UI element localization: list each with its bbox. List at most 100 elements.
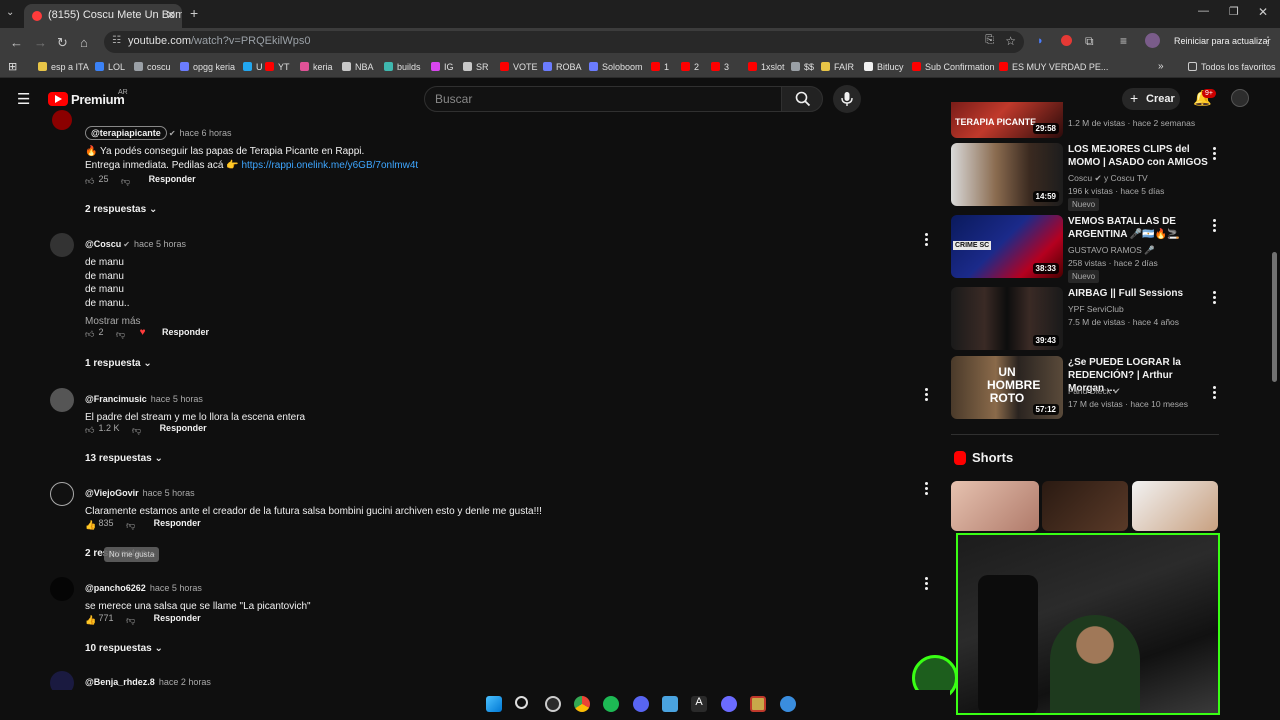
bookmark-item[interactable]: 1 [651,62,669,72]
show-replies-button[interactable]: 10 respuestas ⌄ [85,643,163,654]
maximize-icon[interactable]: ❐ [1229,5,1239,18]
all-favorites-folder[interactable]: Todos los favoritos [1188,62,1276,72]
bookmark-item[interactable]: builds [384,62,421,72]
related-video[interactable]: 39:43 AIRBAG || Full Sessions YPF ServiC… [951,287,1221,353]
account-avatar[interactable] [1231,89,1249,107]
comment-author[interactable]: @terapiapicante [85,126,167,140]
reply-button[interactable]: Responder [154,613,201,623]
chrome-menu-icon[interactable]: ⋮ [1262,34,1274,48]
bookmark-item[interactable]: Bitlucy [864,62,904,72]
forward-icon[interactable]: → [34,35,47,50]
video-thumbnail[interactable]: 14:59 [951,143,1063,206]
bookmark-item[interactable]: $$ [791,62,814,72]
bookmark-item[interactable]: IG [431,62,454,72]
home-icon[interactable]: ⌂ [80,35,88,50]
comment-author[interactable]: @Coscu [85,239,121,249]
bookmark-item[interactable]: 3 [711,62,729,72]
bookmark-item[interactable]: Sub Confirmation [912,62,995,72]
short-thumbnail[interactable] [1042,481,1128,531]
bookmark-item[interactable]: 2 [681,62,699,72]
bookmark-item[interactable]: coscu [134,62,171,72]
show-replies-button[interactable]: 13 respuestas ⌄ [85,453,163,464]
url-input[interactable]: ☷ youtube.com/watch?v=PRQEkilWps0 ☆ ⎘ [104,31,1024,53]
comment-time[interactable]: hace 5 horas [151,394,203,404]
more-bookmarks-icon[interactable]: » [1158,61,1164,72]
video-thumbnail[interactable]: CRIME SC 38:33 [951,215,1063,278]
bookmark-item[interactable]: SR [463,62,489,72]
search-icon[interactable] [515,696,528,709]
comment-time[interactable]: hace 5 horas [143,488,195,498]
bookmark-star-icon[interactable]: ☆ [1005,34,1016,48]
bookmark-item[interactable]: ROBA [543,62,582,72]
bookmark-item[interactable]: U [243,62,263,72]
update-button[interactable]: Reiniciar para actualizar [1170,36,1275,46]
bookmark-item[interactable]: ES MUY VERDAD PE... [999,62,1108,72]
short-thumbnail[interactable] [951,481,1039,531]
related-video[interactable]: 14:59 LOS MEJORES CLIPS del MOMO | ASADO… [951,143,1221,211]
avatar[interactable] [52,110,72,130]
bookmark-item[interactable]: keria [300,62,333,72]
dislike-icon[interactable]: 👎︎ [126,615,137,626]
install-app-icon[interactable]: ⎘ [985,34,994,47]
comment-link[interactable]: https://rappi.onelink.me/y6GB/7onlmw4t [241,160,418,171]
scrollbar-thumb[interactable] [1272,252,1277,382]
avatar[interactable] [50,388,74,412]
close-window-icon[interactable]: ✕ [1258,5,1268,19]
guide-menu-icon[interactable]: ☰ [17,90,30,108]
like-icon[interactable]: 👍︎ [85,329,96,340]
premium-brand[interactable]: Premium [71,92,125,107]
like-icon[interactable]: 👍︎ [85,425,96,436]
search-button[interactable] [781,86,823,112]
comment-time[interactable]: hace 6 horas [180,128,232,138]
reload-icon[interactable]: ↻ [57,35,68,51]
spotify-icon[interactable] [603,696,619,712]
reading-list-icon[interactable]: ≡ [1120,34,1127,48]
show-replies-button[interactable]: 1 respuesta ⌄ [85,358,152,369]
chrome-icon[interactable] [574,696,590,712]
video-menu-icon[interactable] [1213,291,1217,305]
youtube-logo-icon[interactable] [48,92,68,106]
app-icon[interactable] [721,696,737,712]
bookmark-item[interactable]: YT [265,62,290,72]
comment-author[interactable]: @Benja_rhdez.8 [85,677,155,687]
bookmark-item[interactable]: VOTE [500,62,538,72]
comment-author[interactable]: @ViejoGovir [85,488,139,498]
reply-button[interactable]: Responder [160,423,207,433]
search-input[interactable]: Buscar [424,86,782,112]
windows-start-icon[interactable] [486,696,502,712]
related-video[interactable]: TERAPIA PICANTE 29:58 1.2 M de vistas · … [951,102,1221,138]
discord-icon[interactable] [633,696,649,712]
steam-icon[interactable] [545,696,561,712]
dislike-icon[interactable]: 👎︎ [121,176,132,187]
video-thumbnail[interactable]: 39:43 [951,287,1063,350]
bookmark-item[interactable]: FAIR [821,62,854,72]
minimize-icon[interactable]: — [1198,5,1209,17]
bookmark-item[interactable]: opgg keria [180,62,235,72]
avatar[interactable] [50,482,74,506]
reply-button[interactable]: Responder [149,174,196,184]
comment-time[interactable]: hace 2 horas [159,677,211,687]
video-menu-icon[interactable] [1213,147,1217,161]
like-icon[interactable]: 👍 [85,615,96,626]
comment-menu-icon[interactable] [925,233,929,247]
show-replies-button[interactable]: 2 respuestas ⌄ [85,204,157,215]
video-channel[interactable]: YPF ServiClub [1068,304,1124,314]
browser-tab[interactable]: (8155) Coscu Mete Un Bombaz ✕ [24,4,182,28]
video-thumbnail[interactable]: UN HOMBRE ROTO 57:12 [951,356,1063,419]
extensions-puzzle-icon[interactable]: ⧉ [1085,34,1094,49]
extension-2-icon[interactable] [1061,35,1072,46]
video-channel[interactable]: Coscu ✔ y Coscu TV [1068,173,1148,184]
video-menu-icon[interactable] [1213,219,1217,233]
comment-menu-icon[interactable] [925,388,929,402]
editor-icon[interactable]: A [691,696,707,712]
reply-button[interactable]: Responder [154,518,201,528]
tab-search-icon[interactable]: ⌄ [6,7,14,18]
bookmark-item[interactable]: LOL [95,62,125,72]
bookmark-item[interactable]: 1xslot [748,62,785,72]
dislike-icon[interactable]: 👎︎ [132,425,143,436]
video-menu-icon[interactable] [1213,386,1217,400]
comment-time[interactable]: hace 5 horas [134,239,186,249]
league-icon[interactable] [750,696,766,712]
comment-author[interactable]: @Francimusic [85,394,147,404]
related-video[interactable]: UN HOMBRE ROTO 57:12 ¿Se PUEDE LOGRAR la… [951,356,1221,422]
